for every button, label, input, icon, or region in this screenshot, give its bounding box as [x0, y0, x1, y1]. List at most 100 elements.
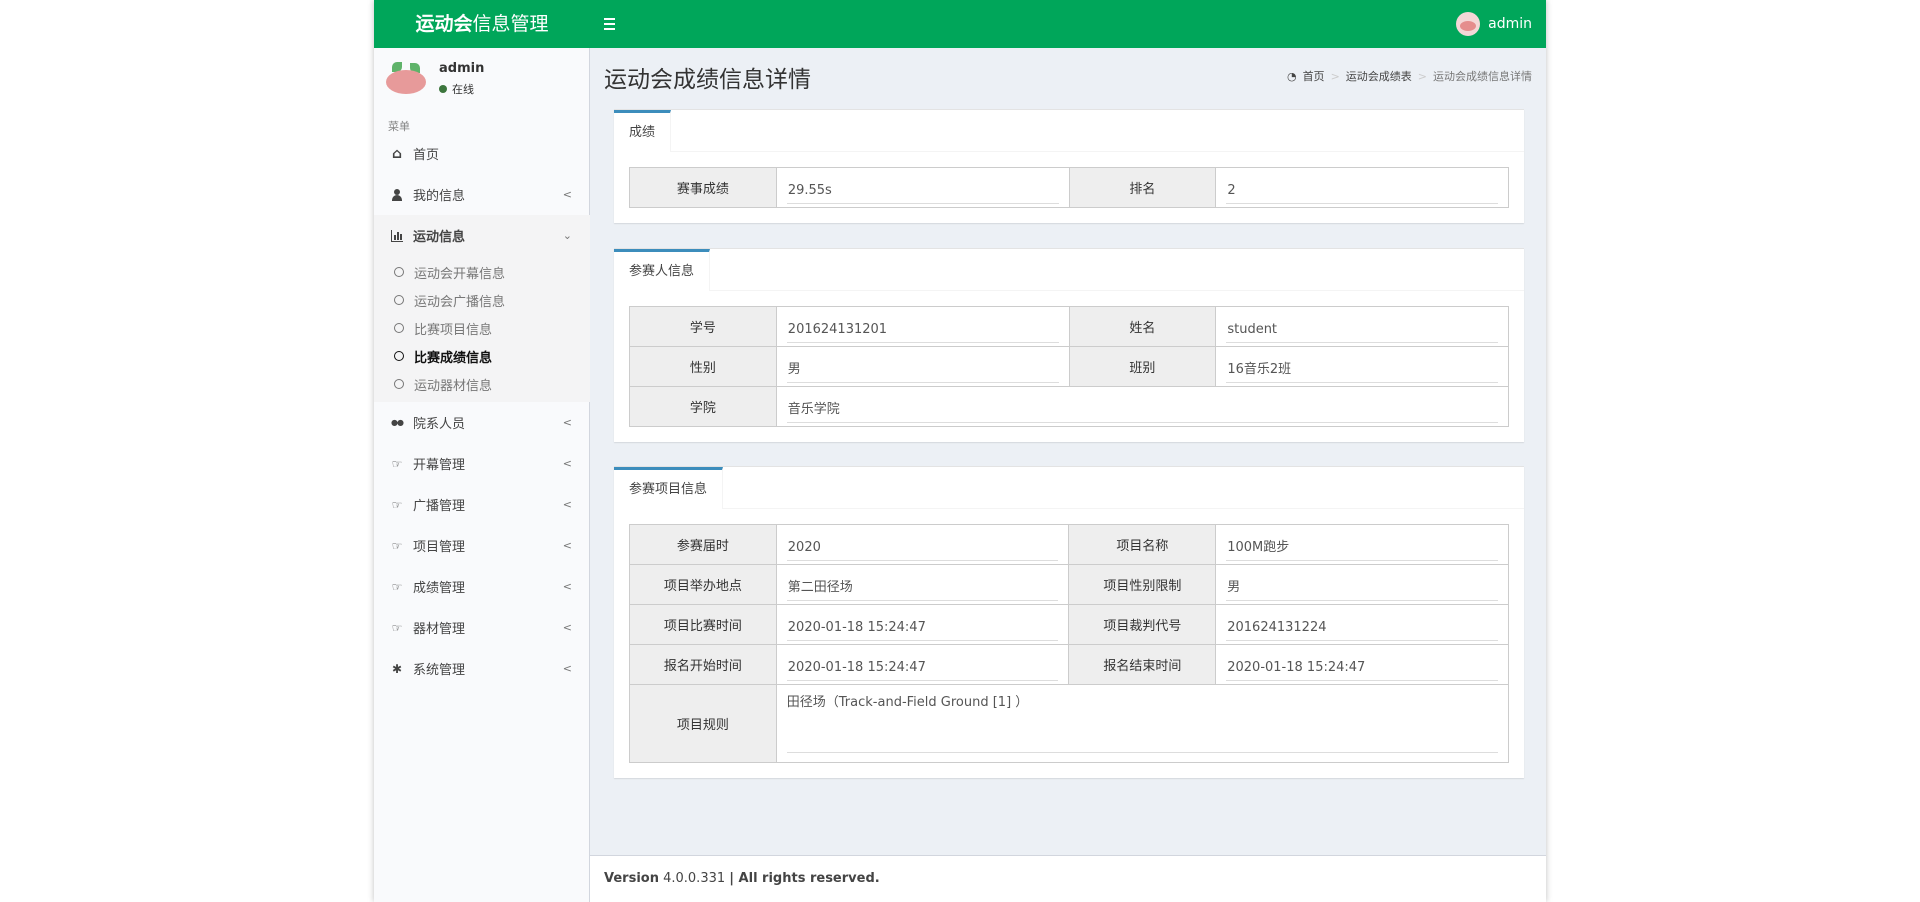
footer: Version 4.0.0.331 | All rights reserved.: [590, 855, 1546, 902]
score-box: 成绩 赛事成绩 29.55s 排名 2: [614, 109, 1524, 223]
user-status: 在线: [439, 81, 474, 97]
version-label: Version: [604, 871, 659, 886]
top-header: 运动会信息管理 admin: [374, 0, 1546, 48]
sidebar-item-score-mgmt[interactable]: 成绩管理 <: [374, 566, 590, 607]
submenu-item-equipment[interactable]: 运动器材信息: [374, 370, 590, 398]
student-id-field: 201624131201: [786, 317, 1059, 343]
chevron-left-icon: <: [562, 580, 572, 593]
score-box-tabs: 成绩: [614, 110, 1524, 152]
event-box-tabs: 参赛项目信息: [614, 467, 1524, 509]
rank-value-field: 2: [1226, 178, 1498, 204]
user-menu[interactable]: admin: [1456, 0, 1532, 48]
table-row: 学院 音乐学院: [629, 386, 1510, 427]
tab-score[interactable]: 成绩: [614, 110, 672, 152]
chevron-left-icon: <: [562, 662, 572, 675]
class-field: 16音乐2班: [1226, 357, 1498, 383]
gender-limit-field: 男: [1226, 575, 1498, 601]
college-field: 音乐学院: [786, 397, 1498, 423]
thumb-icon: [391, 622, 403, 634]
sidebar-item-opening-mgmt[interactable]: 开幕管理 <: [374, 443, 590, 484]
submenu-item-label: 运动会开幕信息: [414, 266, 506, 282]
thumb-icon: [391, 581, 403, 593]
chevron-left-icon: <: [562, 621, 572, 634]
gender-field: 男: [786, 357, 1059, 383]
field-label: 项目名称: [1068, 524, 1217, 565]
venue-field: 第二田径场: [786, 575, 1059, 601]
sidebar-item-home[interactable]: 首页: [374, 133, 590, 174]
header-user-name: admin: [1488, 16, 1532, 32]
sidebar-item-label: 器材管理: [413, 622, 466, 637]
chevron-left-icon: <: [562, 498, 572, 511]
event-table: 参赛届时 2020 项目名称 100M跑步 项目举办地点 第二田径场 项目性别限…: [629, 524, 1510, 763]
sidebar-item-label: 成绩管理: [413, 581, 466, 596]
table-row: 项目举办地点 第二田径场 项目性别限制 男: [629, 564, 1509, 605]
thumb-icon: [391, 540, 403, 552]
menu-header: 菜单: [388, 120, 410, 133]
sidebar-item-broadcast-mgmt[interactable]: 广播管理 <: [374, 484, 590, 525]
sidebar-item-sports-info[interactable]: 运动信息 ⌄: [374, 215, 590, 256]
sidebar-item-system-mgmt[interactable]: 系统管理 <: [374, 648, 590, 689]
chevron-left-icon: <: [562, 457, 572, 470]
table-row: 赛事成绩 29.55s 排名 2: [629, 167, 1509, 208]
breadcrumb-home[interactable]: 首页: [1303, 68, 1325, 84]
submenu-item-scores[interactable]: 比赛成绩信息: [374, 342, 590, 370]
sports-info-submenu: 运动会开幕信息 运动会广播信息 比赛项目信息 比赛成绩信息 运动器材信息: [374, 256, 590, 402]
chevron-left-icon: <: [562, 539, 572, 552]
bar-chart-icon: [391, 229, 403, 242]
chevron-left-icon: <: [562, 416, 572, 429]
table-row: 报名开始时间 2020-01-18 15:24:47 报名结束时间 2020-0…: [629, 644, 1509, 685]
signup-end-field: 2020-01-18 15:24:47: [1226, 655, 1498, 681]
table-row: 学号 201624131201 姓名 student: [629, 306, 1509, 347]
chevron-left-icon: <: [562, 188, 572, 201]
sidebar-menu: 首页 我的信息 < 运动信息 ⌄ 运动会开幕信息: [374, 133, 590, 689]
session-field: 2020: [786, 535, 1059, 561]
sidebar-item-label: 院系人员: [413, 417, 466, 432]
submenu-item-events[interactable]: 比赛项目信息: [374, 314, 590, 342]
breadcrumb-separator: >: [1417, 69, 1427, 83]
field-label: 项目规则: [629, 684, 777, 763]
field-label: 项目裁判代号: [1068, 604, 1217, 645]
field-label: 项目比赛时间: [629, 604, 777, 645]
chevron-down-icon: ⌄: [562, 229, 572, 242]
breadcrumb: ◔ 首页 > 运动会成绩表 > 运动会成绩信息详情: [1287, 68, 1532, 84]
circle-icon: [394, 295, 404, 305]
circle-icon: [394, 379, 404, 389]
score-table: 赛事成绩 29.55s 排名 2: [629, 167, 1509, 208]
name-field: student: [1226, 317, 1498, 343]
circle-icon: [394, 323, 404, 333]
field-label: 报名开始时间: [629, 644, 777, 685]
field-label: 性别: [629, 346, 777, 387]
participant-box: 参赛人信息 学号 201624131201 姓名 student 性别 男 班别…: [614, 248, 1524, 442]
table-row: 项目规则 田径场（Track-and-Field Ground [1] ）: [629, 684, 1510, 763]
sidebar-item-my-info[interactable]: 我的信息 <: [374, 174, 590, 215]
main-content: 运动会成绩信息详情 ◔ 首页 > 运动会成绩表 > 运动会成绩信息详情 成绩 赛…: [590, 48, 1546, 854]
submenu-item-broadcast[interactable]: 运动会广播信息: [374, 286, 590, 314]
tab-event[interactable]: 参赛项目信息: [614, 467, 724, 509]
field-label: 项目性别限制: [1068, 564, 1217, 605]
sidebar-item-event-mgmt[interactable]: 项目管理 <: [374, 525, 590, 566]
breadcrumb-score-table[interactable]: 运动会成绩表: [1346, 68, 1412, 84]
field-label: 学号: [629, 306, 777, 347]
sidebar-item-label: 首页: [413, 148, 440, 163]
signup-start-field: 2020-01-18 15:24:47: [786, 655, 1059, 681]
sidebar-item-label: 广播管理: [413, 499, 466, 514]
users-icon: [391, 417, 403, 429]
tab-participant[interactable]: 参赛人信息: [614, 249, 711, 291]
sidebar-toggle-icon[interactable]: [604, 0, 624, 48]
gear-icon: [391, 663, 403, 675]
sidebar-item-label: 开幕管理: [413, 458, 466, 473]
app-logo[interactable]: 运动会信息管理: [374, 0, 590, 48]
sidebar-item-equipment-mgmt[interactable]: 器材管理 <: [374, 607, 590, 648]
field-label: 姓名: [1068, 306, 1217, 347]
home-icon: [391, 148, 403, 160]
submenu-item-label: 运动器材信息: [414, 378, 493, 394]
submenu-item-opening[interactable]: 运动会开幕信息: [374, 258, 590, 286]
submenu-item-label: 比赛成绩信息: [414, 350, 493, 366]
field-label: 班别: [1068, 346, 1217, 387]
sidebar-item-department-staff[interactable]: 院系人员 <: [374, 402, 590, 443]
thumb-icon: [391, 458, 403, 470]
thumb-icon: [391, 499, 403, 511]
participant-table: 学号 201624131201 姓名 student 性别 男 班别 16音乐2…: [629, 306, 1510, 427]
user-avatar: [384, 60, 428, 98]
score-value-field: 29.55s: [786, 178, 1059, 204]
